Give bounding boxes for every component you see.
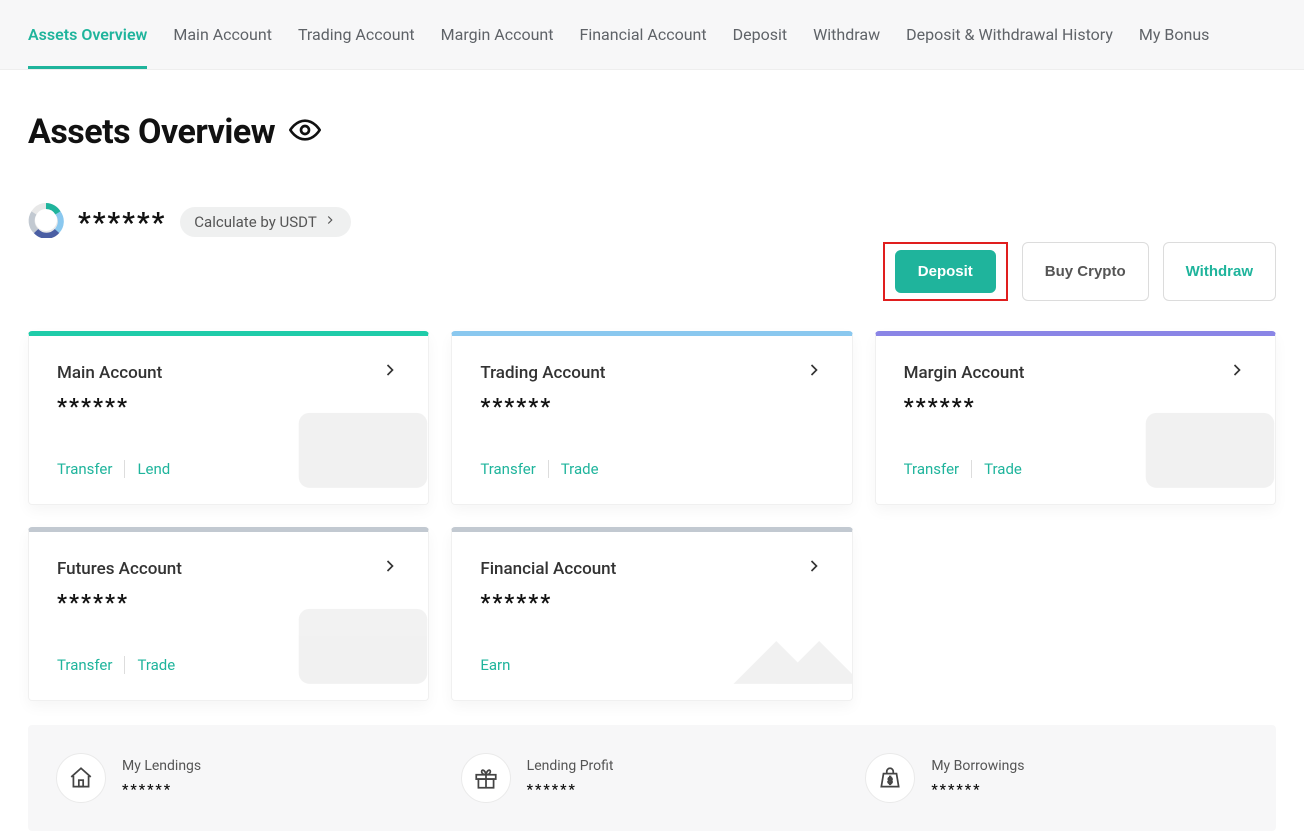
calculate-by-chip[interactable]: Calculate by USDT: [180, 207, 350, 237]
card-title: Main Account: [57, 363, 162, 383]
tab-withdraw[interactable]: Withdraw: [813, 0, 880, 69]
donut-icon: [28, 202, 64, 242]
page: Assets Overview ****** Calculate by USDT: [0, 70, 1304, 831]
visibility-toggle-icon[interactable]: [289, 114, 321, 150]
stat-label: Lending Profit: [527, 758, 614, 774]
card-financial-account[interactable]: Financial Account ****** Earn: [451, 527, 852, 701]
total-balance: ******: [78, 206, 166, 239]
tabs-bar: Assets Overview Main Account Trading Acc…: [0, 0, 1304, 70]
stats-strip: My Lendings ****** Lending Profit ******…: [28, 725, 1276, 831]
tab-assets-overview[interactable]: Assets Overview: [28, 0, 147, 69]
deposit-highlight: Deposit: [883, 242, 1008, 301]
stat-value: ******: [527, 782, 614, 798]
card-link-trade[interactable]: Trade: [971, 460, 1034, 478]
buy-crypto-button[interactable]: Buy Crypto: [1022, 242, 1149, 301]
account-cards: Main Account ****** Transfer Lend Tradin…: [28, 331, 1276, 701]
withdraw-button[interactable]: Withdraw: [1163, 242, 1276, 301]
card-main-account[interactable]: Main Account ****** Transfer Lend: [28, 331, 429, 505]
actions-row: Deposit Buy Crypto Withdraw: [28, 242, 1276, 301]
tab-trading-account[interactable]: Trading Account: [298, 0, 415, 69]
tab-financial-account[interactable]: Financial Account: [579, 0, 706, 69]
chevron-right-icon: [323, 213, 337, 231]
card-bg-icon: [712, 576, 853, 701]
card-link-trade[interactable]: Trade: [548, 460, 611, 478]
card-trading-account[interactable]: Trading Account ****** Transfer Trade: [451, 331, 852, 505]
card-title: Margin Account: [904, 363, 1025, 383]
card-bg-icon: [1135, 380, 1276, 505]
chevron-right-icon: [804, 360, 824, 385]
tab-history[interactable]: Deposit & Withdrawal History: [906, 0, 1113, 69]
card-title: Trading Account: [480, 363, 605, 383]
tab-main-account[interactable]: Main Account: [173, 0, 272, 69]
card-link-transfer[interactable]: Transfer: [57, 656, 124, 674]
stat-lending-profit[interactable]: Lending Profit ******: [461, 737, 844, 803]
stat-borrowings[interactable]: $ My Borrowings ******: [865, 737, 1248, 803]
house-icon: [56, 753, 106, 803]
tab-bonus[interactable]: My Bonus: [1139, 0, 1210, 69]
card-title: Futures Account: [57, 559, 182, 579]
gift-icon: [461, 753, 511, 803]
card-link-transfer[interactable]: Transfer: [904, 460, 971, 478]
tab-deposit[interactable]: Deposit: [733, 0, 787, 69]
card-link-earn[interactable]: Earn: [480, 656, 522, 674]
card-futures-account[interactable]: Futures Account ****** Transfer Trade: [28, 527, 429, 701]
svg-text:$: $: [888, 775, 893, 786]
card-margin-account[interactable]: Margin Account ****** Transfer Trade: [875, 331, 1276, 505]
card-bg-icon: [288, 380, 429, 505]
stat-lendings[interactable]: My Lendings ******: [56, 737, 439, 803]
page-title: Assets Overview: [28, 112, 275, 152]
card-balance: ******: [480, 395, 823, 420]
stat-value: ******: [931, 782, 1024, 798]
card-link-transfer[interactable]: Transfer: [480, 460, 547, 478]
card-title: Financial Account: [480, 559, 616, 579]
stat-value: ******: [122, 782, 201, 798]
card-link-trade[interactable]: Trade: [124, 656, 187, 674]
bag-icon: $: [865, 753, 915, 803]
card-link-lend[interactable]: Lend: [124, 460, 182, 478]
card-bg-icon: [288, 576, 429, 701]
card-link-transfer[interactable]: Transfer: [57, 460, 124, 478]
calculate-by-label: Calculate by USDT: [194, 213, 316, 231]
stat-label: My Lendings: [122, 758, 201, 774]
stat-label: My Borrowings: [931, 758, 1024, 774]
deposit-button[interactable]: Deposit: [895, 250, 996, 293]
tab-margin-account[interactable]: Margin Account: [441, 0, 554, 69]
